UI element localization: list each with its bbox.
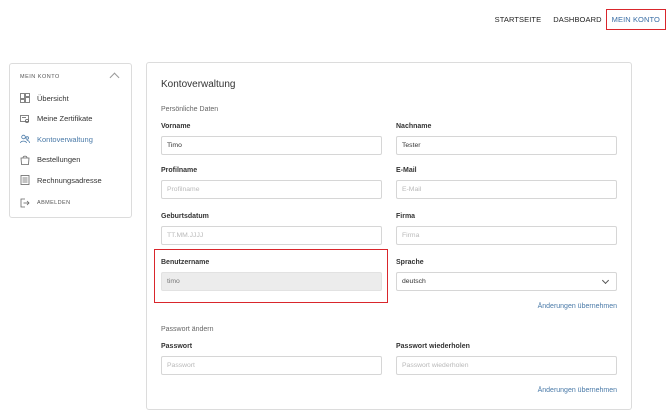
sprache-label: Sprache	[396, 259, 424, 266]
profilname-input[interactable]: Profilname	[161, 180, 382, 199]
passwort-label: Passwort	[161, 343, 193, 350]
nav-dashboard[interactable]: DASHBOARD	[553, 15, 601, 24]
chevron-down-icon	[601, 276, 610, 285]
logout-label: ABMELDEN	[37, 199, 71, 206]
nav-startseite[interactable]: STARTSEITE	[495, 15, 542, 24]
firma-input[interactable]: Firma	[396, 226, 617, 245]
sidebar-item-label: Kontoverwaltung	[37, 134, 93, 144]
vorname-input[interactable]: Timo	[161, 136, 382, 155]
sidebar-item-label: Bestellungen	[37, 155, 81, 165]
account-sidebar: MEIN KONTO Übersicht Meine Zertifikate K…	[9, 63, 132, 218]
passwort-wiederholen-label: Passwort wiederholen	[396, 343, 470, 350]
email-input[interactable]: E-Mail	[396, 180, 617, 199]
geburtsdatum-input[interactable]: TT.MM.JJJJ	[161, 226, 382, 245]
dashboard-icon	[20, 93, 30, 104]
page-title: Kontoverwaltung	[161, 79, 236, 90]
benutzername-input: timo	[161, 272, 382, 291]
sidebar-item-label: Meine Zertifikate	[37, 114, 93, 124]
sidebar-item-rechnungsadresse[interactable]: Rechnungsadresse	[20, 170, 121, 191]
chevron-up-icon[interactable]	[109, 72, 120, 83]
account-management-card: Kontoverwaltung Persönliche Daten Vornam…	[146, 62, 632, 410]
apply-password-changes-link[interactable]: Änderungen übernehmen	[538, 387, 617, 394]
sidebar-item-zertifikate[interactable]: Meine Zertifikate	[20, 109, 121, 130]
shopping-bag-icon	[20, 155, 30, 165]
benutzername-label: Benutzername	[161, 259, 210, 266]
vorname-label: Vorname	[161, 123, 191, 130]
personal-data-heading: Persönliche Daten	[161, 106, 219, 113]
sidebar-item-bestellungen[interactable]: Bestellungen	[20, 150, 121, 171]
top-navigation: STARTSEITE DASHBOARD MEIN KONTO	[483, 9, 666, 30]
sidebar-item-label: Rechnungsadresse	[37, 175, 102, 185]
nachname-label: Nachname	[396, 123, 432, 130]
sidebar-item-label: Übersicht	[37, 93, 69, 103]
profilname-label: Profilname	[161, 167, 198, 174]
logout-icon	[20, 198, 30, 208]
sidebar-title: MEIN KONTO	[20, 74, 60, 80]
passwort-wiederholen-input[interactable]: Passwort wiederholen	[396, 356, 617, 375]
nachname-input[interactable]: Tester	[396, 136, 617, 155]
nav-mein-konto[interactable]: MEIN KONTO	[605, 9, 666, 30]
firma-label: Firma	[396, 213, 416, 220]
geburtsdatum-label: Geburtsdatum	[161, 213, 209, 220]
sprache-select[interactable]: deutsch	[396, 272, 617, 291]
sprache-selected-value: deutsch	[402, 278, 426, 285]
passwort-input[interactable]: Passwort	[161, 356, 382, 375]
sidebar-item-kontoverwaltung[interactable]: Kontoverwaltung	[20, 129, 121, 150]
sidebar-item-uebersicht[interactable]: Übersicht	[20, 88, 121, 109]
sidebar-header[interactable]: MEIN KONTO	[20, 64, 121, 88]
address-card-icon	[20, 175, 30, 186]
apply-changes-link[interactable]: Änderungen übernehmen	[538, 303, 617, 310]
certificate-icon	[20, 114, 30, 124]
logout-link[interactable]: ABMELDEN	[20, 193, 121, 214]
password-section-heading: Passwort ändern	[161, 326, 214, 333]
users-icon	[20, 134, 30, 144]
email-label: E-Mail	[396, 167, 417, 174]
